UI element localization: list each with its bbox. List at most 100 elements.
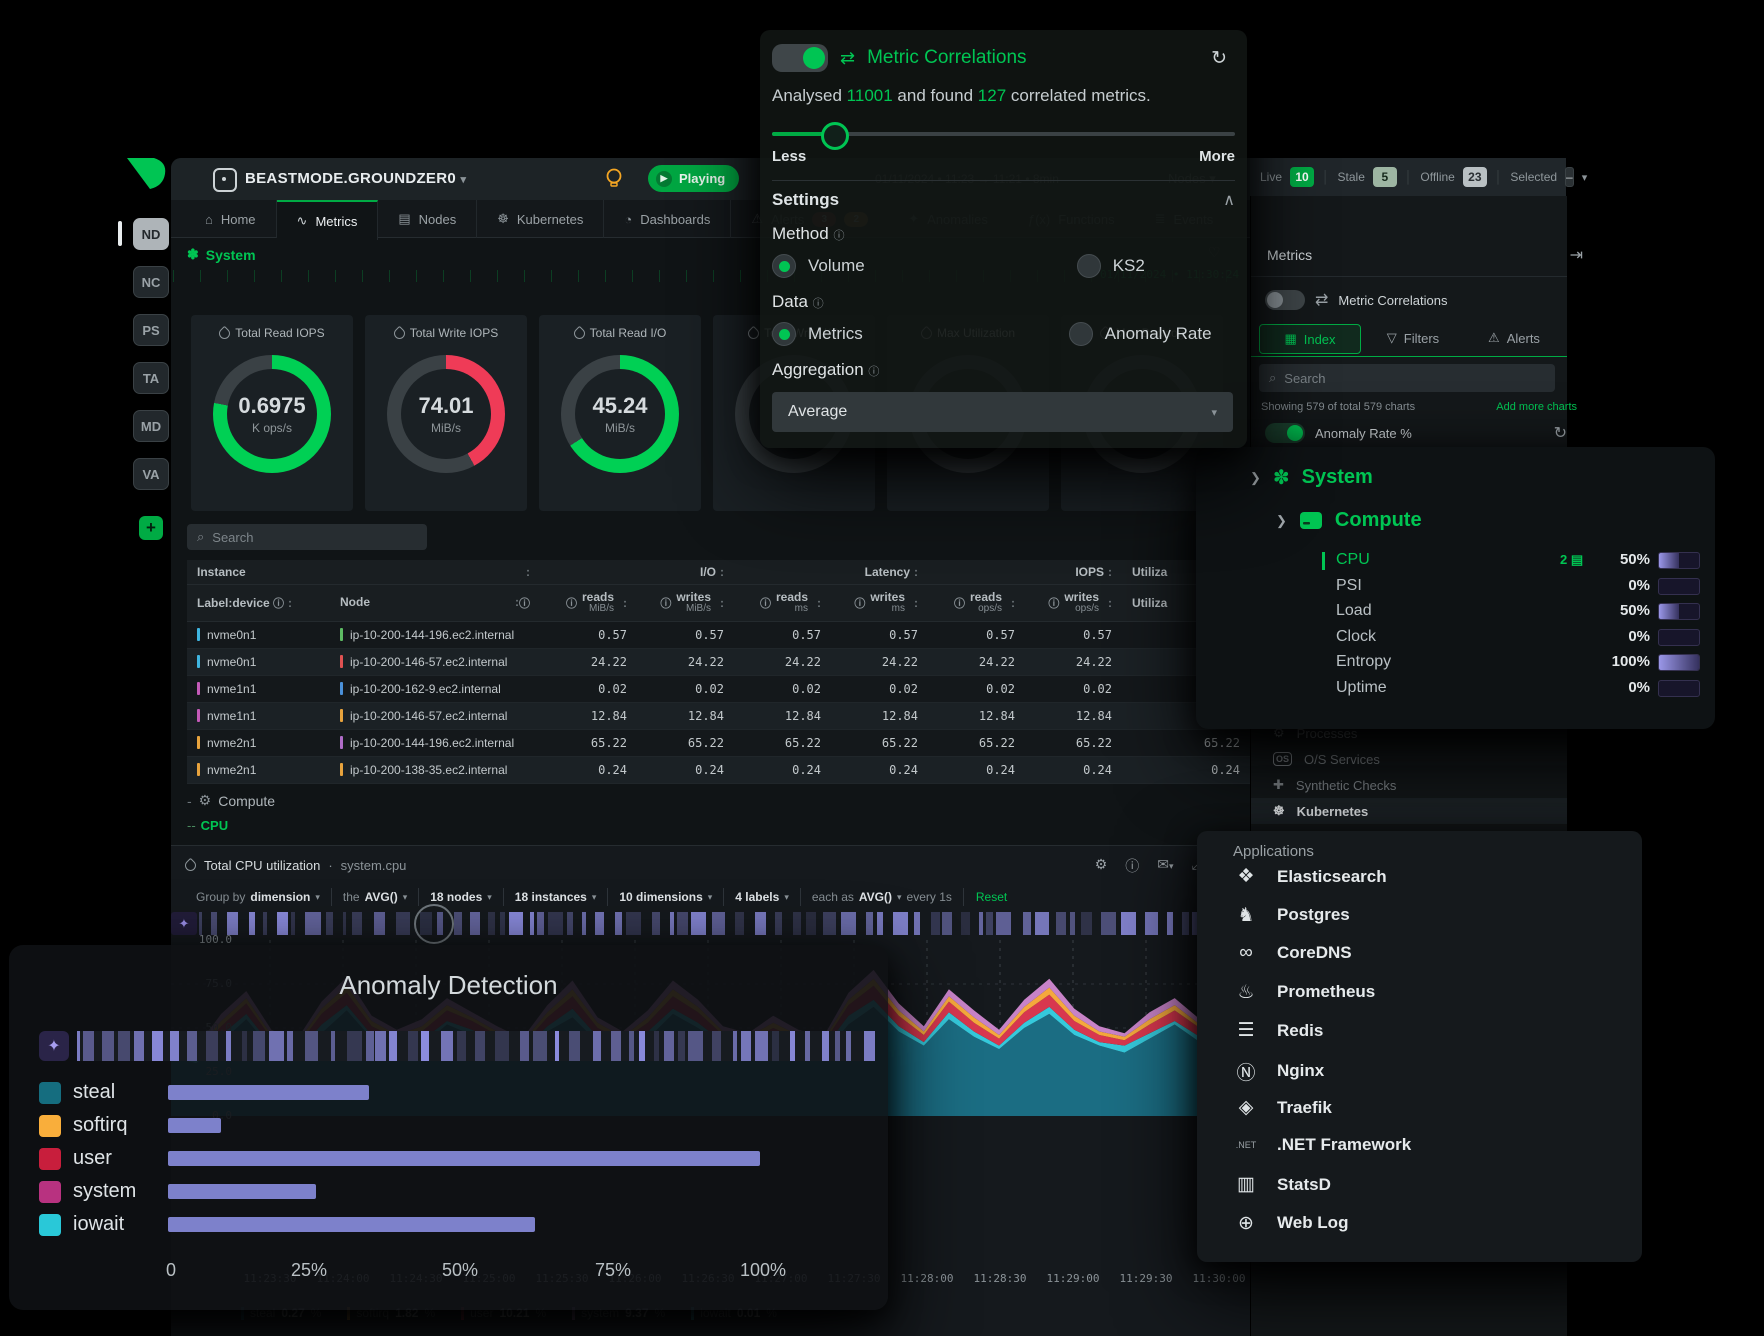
slider-knob[interactable] [821,122,849,150]
live-count-badge[interactable]: 10 [1290,167,1314,187]
collapse-sidebar-icon[interactable]: ⇥ [1570,245,1583,265]
tab-metrics[interactable]: ∿Metrics [277,200,379,240]
workspace-avatar-ta[interactable]: TA [133,362,169,394]
col-reads-ops-s[interactable]: ⓘreadsops/s: [928,592,1025,614]
info-icon[interactable]: ⓘ [1125,856,1139,876]
tree-item-psi[interactable]: PSI0% [1196,575,1715,599]
table-search-input[interactable]: ⌕ Search [187,524,427,550]
col-node[interactable]: Node ⓘ: [330,595,540,611]
app-item-postgres[interactable]: ♞Postgres [1233,904,1350,927]
gauge-card-total-read-iops[interactable]: Total Read IOPS0.6975K ops/s [191,315,353,511]
radio-volume[interactable] [772,254,796,278]
lightbulb-icon[interactable] [603,167,625,191]
offline-count-badge[interactable]: 23 [1463,167,1487,187]
tree-item-clock[interactable]: Clock0% [1196,626,1715,650]
chart-reset-button[interactable]: Reset [964,890,1019,904]
col-writes-MiB-s[interactable]: ⓘwritesMiB/s: [637,592,734,614]
add-workspace-button[interactable]: + [139,516,163,540]
sensitivity-slider[interactable] [772,132,1235,136]
anomaly-legend-softirq[interactable]: softirq [39,1114,127,1137]
workspace-avatar-nc[interactable]: NC [133,266,169,298]
playing-button[interactable]: ▶ Playing [648,165,739,192]
refresh-icon[interactable]: ↻ [1554,423,1567,443]
col-label-device[interactable]: Label:device ⓘ: [187,595,330,611]
tab-alerts[interactable]: ⚠Alerts [1467,324,1561,352]
gauge-card-total-read-i-o[interactable]: Total Read I/O45.24MiB/s [539,315,701,511]
tree-item-entropy[interactable]: Entropy100% [1196,651,1715,675]
table-row[interactable]: nvme0n1ip-10-200-146-57.ec2.internal24.2… [187,649,1250,676]
cell-value: 0.24 [1122,763,1250,777]
chart-control-avg-[interactable]: each asAVG()▾every 1s [801,888,964,906]
col-writes-ms[interactable]: ⓘwritesms: [831,592,928,614]
room-title[interactable]: BEASTMODE.GROUNDZER0 ▾ [245,170,466,187]
add-more-charts-link[interactable]: Add more charts [1496,401,1577,413]
sidebar-item-o-s-services[interactable]: OSO/S Services [1251,746,1567,772]
chart-control-18-instances[interactable]: 18 instances▾ [504,888,609,906]
tab-kubernetes[interactable]: ☸Kubernetes [477,200,604,238]
anomaly-legend-system[interactable]: system [39,1180,136,1203]
anomaly-ribbon[interactable] [199,912,1248,935]
workspace-avatar-ps[interactable]: PS [133,314,169,346]
anomaly-panel-ribbon[interactable] [77,1031,875,1061]
anomaly-marker-circle[interactable] [414,904,454,944]
tree-system-row[interactable]: ❯ ✽ System [1250,465,1373,490]
chart-control-avg-[interactable]: theAVG()▾ [332,888,419,906]
chart-control-4-labels[interactable]: 4 labels▾ [724,888,801,906]
radio-ks2[interactable] [1077,254,1101,278]
netdata-logo[interactable] [124,152,170,196]
compute-section-header[interactable]: - ⚙ Compute [187,792,275,809]
chart-control-dimension[interactable]: Group bydimension▾ [185,888,332,906]
app-item-elasticsearch[interactable]: ❖Elasticsearch [1233,865,1387,888]
cpu-subsection-header[interactable]: --CPU [187,818,228,833]
tab-index[interactable]: ▦Index [1259,324,1361,354]
gauge-card-total-write-iops[interactable]: Total Write IOPS74.01MiB/s [365,315,527,511]
workspace-avatar-va[interactable]: VA [133,458,169,490]
table-row[interactable]: nvme0n1ip-10-200-144-196.ec2.internal0.5… [187,622,1250,649]
refresh-icon[interactable]: ↻ [1211,47,1227,70]
col-reads-ms[interactable]: ⓘreadsms: [734,592,831,614]
workspace-avatar-nd[interactable]: ND [133,218,169,250]
radio-metrics[interactable] [772,322,796,346]
anomaly-legend-iowait[interactable]: iowait [39,1213,124,1236]
tab-filters[interactable]: ▽Filters [1363,324,1463,352]
app-item-web-log[interactable]: ⊕Web Log [1233,1212,1348,1235]
selected-chevron-icon[interactable]: ▾ [1582,171,1588,184]
tree-item-uptime[interactable]: Uptime0% [1196,677,1715,701]
sidebar-search-input[interactable]: ⌕ Search [1259,364,1555,392]
stale-count-badge[interactable]: 5 [1373,167,1397,187]
mc-popup-toggle-on[interactable] [772,44,828,72]
workspace-avatar-md[interactable]: MD [133,410,169,442]
selected-value[interactable]: – [1565,167,1574,187]
sidebar-item-kubernetes[interactable]: ☸Kubernetes [1251,798,1567,824]
app-item-statsd[interactable]: ▥StatsD [1233,1173,1331,1196]
col-reads-MiB-s[interactable]: ⓘreadsMiB/s: [540,592,637,614]
tab-nodes[interactable]: ▤Nodes [378,200,477,238]
anomaly-legend-steal[interactable]: steal [39,1081,115,1104]
table-row[interactable]: nvme2n1ip-10-200-138-35.ec2.internal0.24… [187,757,1250,784]
app-item-prometheus[interactable]: ♨Prometheus [1233,981,1375,1004]
radio-anomaly-rate[interactable] [1069,322,1093,346]
tree-item-load[interactable]: Load50% [1196,600,1715,624]
collapse-chevron-icon[interactable]: ∧ [1223,190,1235,210]
tab-dashboards[interactable]: ◔Dashboards [604,200,731,238]
sidebar-item-synthetic-checks[interactable]: ✚Synthetic Checks [1251,772,1567,798]
col-writes-ops-s[interactable]: ⓘwritesops/s: [1025,592,1122,614]
app-item-nginx[interactable]: ⓃNginx [1233,1058,1324,1085]
app-item--net-framework[interactable]: .NET.NET Framework [1233,1135,1411,1155]
anomaly-rate-toggle-on[interactable] [1265,423,1305,443]
tree-compute-row[interactable]: ❯ Compute [1276,509,1422,532]
alert-bell-icon[interactable]: ⚙ [1095,856,1108,876]
table-row[interactable]: nvme1n1ip-10-200-162-9.ec2.internal0.020… [187,676,1250,703]
tab-home[interactable]: ⌂Home [185,200,277,238]
app-item-coredns[interactable]: ∞CoreDNS [1233,942,1352,964]
chart-control-10-dimensions[interactable]: 10 dimensions▾ [608,888,724,906]
mc-toggle-off[interactable] [1265,290,1305,310]
tree-item-cpu[interactable]: CPU2 ▤50% [1196,549,1715,573]
table-row[interactable]: nvme2n1ip-10-200-144-196.ec2.internal65.… [187,730,1250,757]
app-item-redis[interactable]: ☰Redis [1233,1019,1323,1042]
annotations-icon[interactable]: ✉▾ [1157,856,1173,876]
app-item-traefik[interactable]: ◈Traefik [1233,1096,1332,1119]
aggregation-select[interactable]: Average ▾ [772,392,1233,432]
anomaly-legend-user[interactable]: user [39,1147,112,1170]
table-row[interactable]: nvme1n1ip-10-200-146-57.ec2.internal12.8… [187,703,1250,730]
